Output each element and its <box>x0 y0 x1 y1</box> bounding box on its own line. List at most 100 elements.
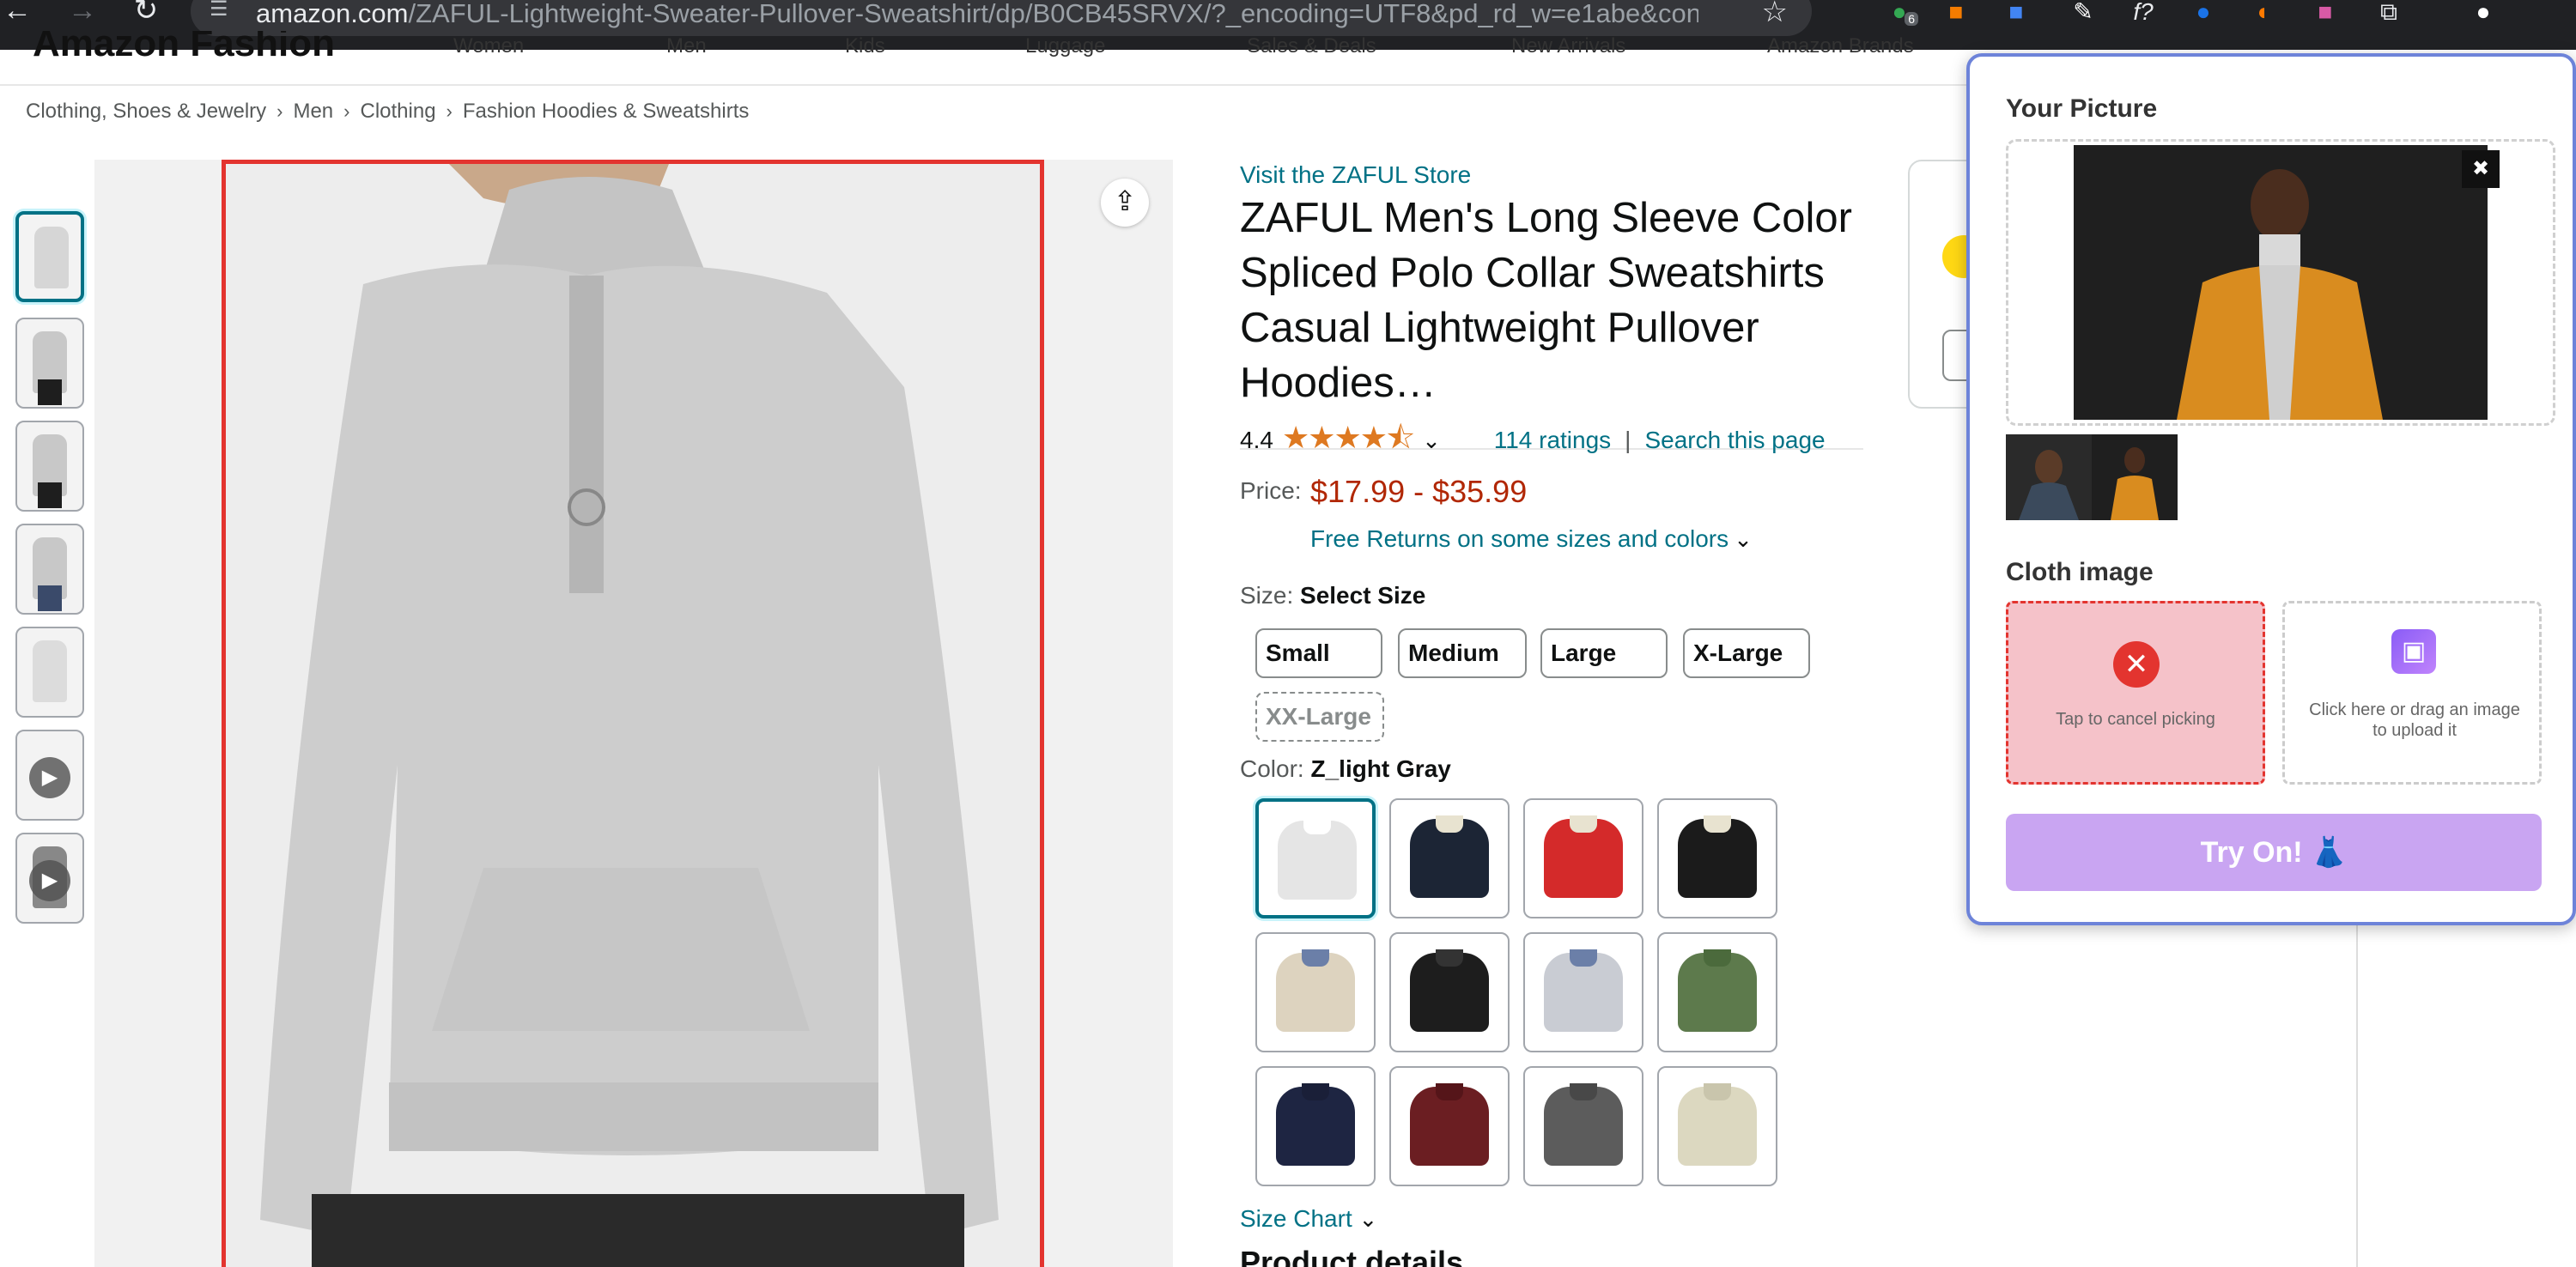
back-icon[interactable]: ← <box>0 0 34 25</box>
chevron-down-icon[interactable]: ⌄ <box>1422 427 1441 453</box>
extension-green-icon[interactable]: ● 6 <box>1880 0 1918 26</box>
dress-icon[interactable]: ■ <box>2306 0 2344 26</box>
color-label-text: Color: <box>1240 755 1304 782</box>
color-swatch-dark-navy[interactable] <box>1255 1066 1376 1186</box>
size-button-small[interactable]: Small <box>1255 628 1382 678</box>
visit-store-link[interactable]: Visit the ZAFUL Store <box>1240 161 1471 189</box>
close-icon[interactable]: ✖ <box>2462 150 2500 188</box>
size-button-large[interactable]: Large <box>1540 628 1668 678</box>
nav-link-women[interactable]: Women <box>453 31 524 62</box>
extension-badge: 6 <box>1905 12 1918 26</box>
free-returns-link[interactable]: Free Returns on some sizes and colors ⌄ <box>1310 525 1753 553</box>
cancel-x-icon[interactable]: ✕ <box>2113 641 2160 688</box>
size-label-text: Size: <box>1240 582 1294 609</box>
recent-picture-2[interactable] <box>2092 434 2178 520</box>
upload-image-dropzone[interactable]: ▣ Click here or drag an image to upload … <box>2282 601 2542 785</box>
puzzle-icon[interactable]: ⧉ <box>2370 0 2408 26</box>
share-icon[interactable]: ⇪ <box>1101 179 1149 227</box>
translate-icon[interactable]: ■ <box>1997 0 2035 26</box>
color-swatch-charcoal[interactable] <box>1523 1066 1643 1186</box>
reload-icon[interactable]: ↻ <box>129 0 163 25</box>
url-text[interactable]: amazon.com/ZAFUL-Lightweight-Sweater-Pul… <box>256 0 1698 29</box>
color-selected-value: Z_light Gray <box>1310 755 1451 782</box>
rating-row: 4.4 ★★★★⯪ ⌄ 114 ratings | Search this page <box>1240 415 1863 455</box>
your-picture-dropzone[interactable]: ✖ <box>2006 139 2555 426</box>
profile-icon[interactable]: ● <box>2464 0 2502 26</box>
color-swatch-light-gray[interactable] <box>1255 798 1376 918</box>
color-swatch-cream[interactable] <box>1657 1066 1777 1186</box>
color-swatch-navy[interactable] <box>1389 798 1510 918</box>
price-range: $17.99 - $35.99 <box>1310 474 1528 509</box>
amazon-fashion-logo[interactable]: Amazon Fashion <box>33 31 335 63</box>
your-picture-heading: Your Picture <box>2006 94 2158 123</box>
breadcrumb-men[interactable]: Men <box>293 100 333 123</box>
site-settings-icon[interactable]: ☰ <box>210 0 228 21</box>
size-label: Size: Select Size <box>1240 582 1425 609</box>
search-this-page-link[interactable]: Search this page <box>1644 427 1825 453</box>
size-button-xx-large[interactable]: XX-Large <box>1255 692 1384 742</box>
color-swatch-gray-blue[interactable] <box>1523 932 1643 1052</box>
breadcrumb-separator: › <box>276 100 283 122</box>
size-chart-link[interactable]: Size Chart ⌄ <box>1240 1205 1377 1233</box>
size-chart-text: Size Chart <box>1240 1205 1352 1232</box>
nav-link-amazon-brands[interactable]: Amazon Brands <box>1767 31 1914 62</box>
free-returns-text: Free Returns on some sizes and colors <box>1310 525 1729 552</box>
thumbnail-video-2[interactable]: ▶ <box>15 833 84 924</box>
main-product-image[interactable] <box>222 160 1044 1267</box>
chevron-down-icon[interactable]: ⌄ <box>1734 526 1753 552</box>
breadcrumb-clothing[interactable]: Clothing <box>360 100 435 123</box>
gray-sweatshirt-illustration <box>226 164 1040 1267</box>
url-path: /ZAFUL-Lightweight-Sweater-Pullover-Swea… <box>408 0 1698 28</box>
color-swatch-red[interactable] <box>1523 798 1643 918</box>
thumbnail-2[interactable] <box>15 318 84 409</box>
breadcrumb-clothing-shoes-jewelry[interactable]: Clothing, Shoes & Jewelry <box>26 100 266 123</box>
nav-link-luggage[interactable]: Luggage <box>1025 31 1105 62</box>
forward-icon[interactable]: → <box>65 0 100 25</box>
nav-link-sales-deals[interactable]: Sales & Deals <box>1247 31 1376 62</box>
user-portrait-image <box>2074 145 2488 420</box>
image-upload-icon: ▣ <box>2391 629 2436 674</box>
cancel-picking-text: Tap to cancel picking <box>2056 710 2215 729</box>
color-swatch-black[interactable] <box>1657 798 1777 918</box>
ratings-count-link[interactable]: 114 ratings <box>1494 427 1611 453</box>
sync-icon[interactable]: ● <box>2184 0 2222 26</box>
size-button-medium[interactable]: Medium <box>1398 628 1527 678</box>
color-swatch-black-zip[interactable] <box>1389 932 1510 1052</box>
nav-link-kids[interactable]: Kids <box>845 31 885 62</box>
breadcrumb-separator: › <box>446 100 453 122</box>
thumbnail-1[interactable] <box>15 211 84 302</box>
nav-link-new-arrivals[interactable]: New Arrivals <box>1511 31 1625 62</box>
nav-link-men[interactable]: Men <box>666 31 707 62</box>
color-label: Color: Z_light Gray <box>1240 755 1451 783</box>
rss-icon[interactable]: ■ <box>1937 0 1975 26</box>
product-title: ZAFUL Men's Long Sleeve Color Spliced Po… <box>1240 195 1852 406</box>
breadcrumb: Clothing, Shoes & Jewelry › Men › Clothing › F… <box>26 100 749 124</box>
star-rating-icon[interactable]: ★★★★⯪ <box>1282 420 1415 455</box>
color-swatch-beige[interactable] <box>1255 932 1376 1052</box>
size-button-x-large[interactable]: X-Large <box>1683 628 1810 678</box>
try-on-extension-popup: Your Picture ✖ Cloth image ✕ Tap to canc… <box>1966 53 2576 925</box>
play-icon: ▶ <box>29 860 70 901</box>
cancel-picking-box[interactable]: ✕ Tap to cancel picking <box>2006 601 2265 785</box>
price-label: Price: <box>1240 477 1302 504</box>
recent-picture-1[interactable] <box>2006 434 2092 520</box>
product-details-heading: Product details <box>1240 1245 1464 1267</box>
thumbnail-video-1[interactable]: ▶ <box>15 730 84 821</box>
chevron-down-icon[interactable]: ⌄ <box>1359 1206 1378 1232</box>
thumbnail-4[interactable] <box>15 524 84 615</box>
eyedropper-icon[interactable]: ✎ <box>2064 0 2102 26</box>
play-icon: ▶ <box>29 757 70 798</box>
thumbnail-3[interactable] <box>15 421 84 512</box>
bookmark-star-icon[interactable]: ☆ <box>1762 0 1788 29</box>
color-swatch-burgundy[interactable] <box>1389 1066 1510 1186</box>
flame-icon[interactable]: ◖ <box>2243 0 2281 26</box>
man-in-orange-suit-illustration <box>2074 145 2488 420</box>
color-swatch-olive[interactable] <box>1657 932 1777 1052</box>
font-icon[interactable]: f? <box>2124 0 2162 26</box>
thumbnail-5[interactable] <box>15 627 84 718</box>
breadcrumb-separator: › <box>343 100 350 122</box>
divider <box>2356 924 2358 1267</box>
breadcrumb-fashion-hoodies[interactable]: Fashion Hoodies & Sweatshirts <box>463 100 750 123</box>
try-on-button[interactable]: Try On! 👗 <box>2006 814 2542 891</box>
upload-instructions: Click here or drag an image to upload it <box>2309 700 2520 740</box>
